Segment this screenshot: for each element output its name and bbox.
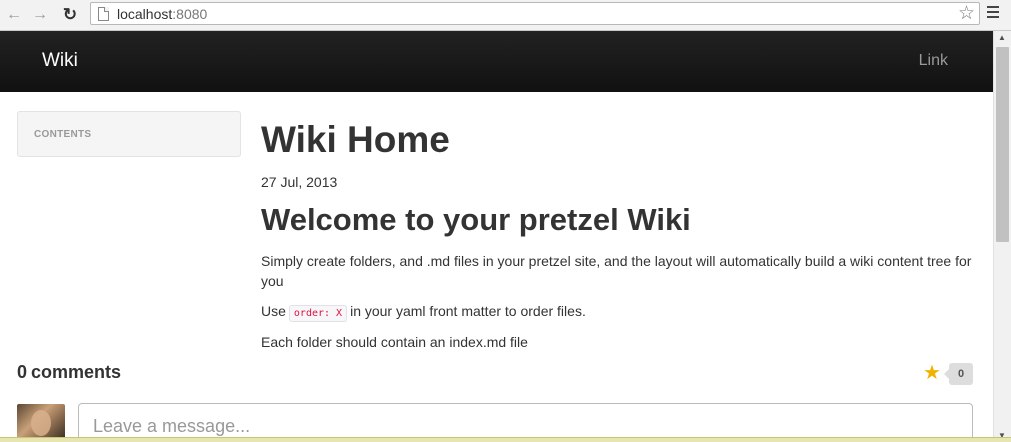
contents-header: CONTENTS	[34, 129, 92, 140]
url-text[interactable]: localhost:8080	[117, 6, 207, 22]
intro-paragraph: Simply create folders, and .md files in …	[261, 253, 972, 289]
page-title: Wiki Home	[261, 119, 450, 160]
comments-label: comments	[31, 362, 122, 382]
index-paragraph: Each folder should contain an index.md f…	[261, 334, 528, 350]
forward-icon[interactable]: →	[30, 5, 50, 25]
favorite-count: 0	[944, 363, 973, 385]
order-paragraph: Use order: Xin your yaml front matter to …	[261, 301, 981, 324]
menu-icon[interactable]	[987, 6, 999, 18]
vertical-scrollbar[interactable]: ▲ ▼	[993, 31, 1011, 442]
nav-link[interactable]: Link	[919, 52, 948, 70]
bookmark-star-icon[interactable]: ☆	[958, 3, 975, 24]
browser-toolbar: ← → ↻ localhost:8080 ☆	[0, 0, 1011, 31]
bottom-status-strip	[0, 437, 1011, 442]
reload-icon[interactable]: ↻	[60, 5, 80, 25]
brand-link[interactable]: Wiki	[42, 50, 78, 72]
back-icon[interactable]: ←	[4, 5, 24, 25]
scroll-thumb[interactable]	[996, 47, 1009, 242]
order-code: order: X	[288, 305, 348, 322]
navbar: Wiki Link	[0, 31, 993, 92]
address-bar[interactable]: localhost:8080 ☆	[90, 2, 980, 25]
url-port: :8080	[172, 6, 208, 22]
welcome-heading: Welcome to your pretzel Wiki	[261, 202, 691, 237]
order-text-after: in your yaml front matter to order files…	[350, 303, 586, 319]
comments-number: 0	[17, 362, 28, 382]
page-viewport: Wiki Link CONTENTS Wiki Home 27 Jul, 201…	[0, 31, 993, 442]
order-text-before: Use	[261, 303, 286, 319]
scroll-up-icon[interactable]: ▲	[998, 33, 1006, 42]
contents-sidebar: CONTENTS	[17, 111, 241, 157]
message-input[interactable]	[93, 414, 953, 438]
url-host: localhost	[117, 6, 173, 22]
post-date: 27 Jul, 2013	[261, 174, 338, 190]
favorite-star-icon[interactable]: ★	[923, 362, 941, 384]
page-icon	[98, 7, 109, 21]
comments-count: 0 comments	[17, 362, 121, 383]
